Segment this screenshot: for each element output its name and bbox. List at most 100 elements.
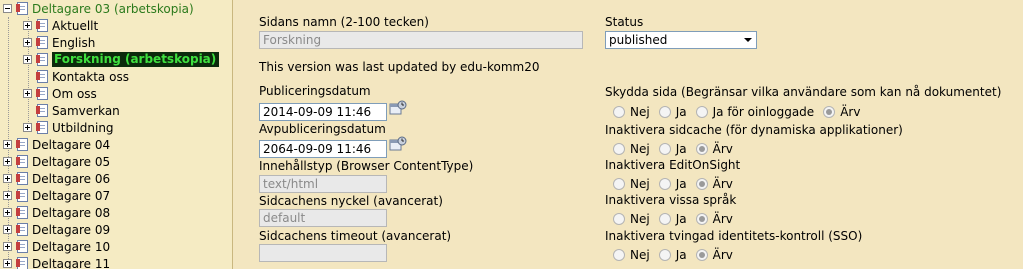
cache-timeout-label: Sidcachens timeout (avancerat) xyxy=(259,229,452,243)
page-icon xyxy=(16,154,29,169)
expand-icon[interactable] xyxy=(23,38,32,47)
expand-icon[interactable] xyxy=(3,191,12,200)
tree-item-deltagare-11[interactable]: Deltagare 11 xyxy=(3,255,110,269)
content-type-field[interactable]: text/html xyxy=(259,175,387,193)
tree-item-deltagare-10[interactable]: Deltagare 10 xyxy=(3,238,110,255)
radio-option-arv[interactable]: Ärv xyxy=(823,105,860,119)
page-name-field[interactable]: Forskning xyxy=(259,31,583,49)
tree-item-forskning[interactable]: Forskning (arbetskopia) xyxy=(23,51,220,68)
status-label: Status xyxy=(605,15,644,29)
expand-icon[interactable] xyxy=(3,174,12,183)
tree-item-aktuellt[interactable]: Aktuellt xyxy=(23,17,98,34)
tree-item-deltagare-09[interactable]: Deltagare 09 xyxy=(3,221,110,238)
radio-button-checked[interactable] xyxy=(695,213,708,225)
radio-option-ja[interactable]: Ja xyxy=(658,142,687,156)
tree-item-deltagare-08[interactable]: Deltagare 08 xyxy=(3,204,110,221)
radio-button-checked[interactable] xyxy=(695,143,708,155)
publish-date-field[interactable]: 2014-09-09 11:46 xyxy=(259,103,387,121)
radio-button[interactable] xyxy=(613,213,625,225)
tree-item-label: Kontakta oss xyxy=(52,69,129,84)
tree-item-label: Deltagare 11 xyxy=(32,256,111,269)
radio-option-ja-oinloggade[interactable]: Ja för oinloggade xyxy=(695,105,814,119)
radio-button[interactable] xyxy=(613,106,625,118)
radio-option-nej[interactable]: Nej xyxy=(613,142,650,156)
radio-button[interactable] xyxy=(613,143,625,155)
tree-item-deltagare-03[interactable]: Deltagare 03 (arbetskopia) xyxy=(3,0,194,17)
disable-sso-radio-group: Nej Ja Ärv xyxy=(613,248,742,262)
radio-option-ja[interactable]: Ja xyxy=(658,212,687,226)
unpublish-date-field[interactable]: 2064-09-09 11:46 xyxy=(259,140,387,158)
expand-icon[interactable] xyxy=(23,89,32,98)
tree-item-deltagare-06[interactable]: Deltagare 06 xyxy=(3,170,110,187)
tree-item-deltagare-07[interactable]: Deltagare 07 xyxy=(3,187,110,204)
tree-item-label-selected: Forskning (arbetskopia) xyxy=(52,52,220,67)
radio-button[interactable] xyxy=(695,106,708,118)
tree-item-label: English xyxy=(52,35,96,50)
radio-button[interactable] xyxy=(658,249,671,261)
tree-item-label: Deltagare 08 xyxy=(32,205,111,220)
radio-button[interactable] xyxy=(658,213,671,225)
calendar-picker-icon[interactable] xyxy=(389,100,407,116)
unpublish-date-label: Avpubliceringsdatum xyxy=(259,122,386,136)
tree-item-label: Deltagare 06 xyxy=(32,171,111,186)
radio-option-nej[interactable]: Nej xyxy=(613,105,650,119)
calendar-picker-icon[interactable] xyxy=(389,136,407,152)
radio-option-arv[interactable]: Ärv xyxy=(695,248,733,262)
page-icon xyxy=(16,188,29,203)
expand-icon[interactable] xyxy=(3,242,12,251)
collapse-icon[interactable] xyxy=(3,4,12,13)
protect-page-radio-group: Nej Ja Ja för oinloggade Ärv xyxy=(613,105,869,119)
tree-item-kontakta-oss[interactable]: Kontakta oss xyxy=(36,68,129,85)
tree-item-label: Deltagare 10 xyxy=(32,239,111,254)
status-select[interactable]: published xyxy=(605,31,757,49)
tree-item-label: Deltagare 09 xyxy=(32,222,111,237)
radio-option-arv[interactable]: Ärv xyxy=(695,177,733,191)
radio-button[interactable] xyxy=(658,178,671,190)
radio-option-nej[interactable]: Nej xyxy=(613,177,650,191)
radio-option-arv[interactable]: Ärv xyxy=(695,212,733,226)
tree-item-label: Deltagare 05 xyxy=(32,154,111,169)
radio-option-nej[interactable]: Nej xyxy=(613,212,650,226)
page-icon xyxy=(16,222,29,237)
page-icon xyxy=(16,239,29,254)
page-icon xyxy=(16,256,29,269)
radio-button[interactable] xyxy=(613,249,625,261)
expand-icon[interactable] xyxy=(23,21,32,30)
expand-icon[interactable] xyxy=(23,123,32,132)
expand-icon[interactable] xyxy=(3,208,12,217)
disable-editonsight-radio-group: Nej Ja Ärv xyxy=(613,177,742,191)
cache-key-field[interactable]: default xyxy=(259,209,387,227)
tree-item-om-oss[interactable]: Om oss xyxy=(23,85,97,102)
tree-item-english[interactable]: English xyxy=(23,34,95,51)
tree-item-label: Deltagare 03 (arbetskopia) xyxy=(32,1,194,16)
tree-item-label: Deltagare 07 xyxy=(32,188,111,203)
chevron-down-icon xyxy=(744,38,752,42)
content-type-label: Innehållstyp (Browser ContentType) xyxy=(259,159,474,173)
page-icon xyxy=(16,137,29,152)
radio-option-ja[interactable]: Ja xyxy=(658,177,687,191)
expand-icon[interactable] xyxy=(3,140,12,149)
expand-icon[interactable] xyxy=(3,225,12,234)
tree-item-deltagare-05[interactable]: Deltagare 05 xyxy=(3,153,110,170)
radio-button-checked[interactable] xyxy=(695,178,708,190)
expand-icon[interactable] xyxy=(3,157,12,166)
radio-option-nej[interactable]: Nej xyxy=(613,248,650,262)
radio-button[interactable] xyxy=(658,143,671,155)
page-icon xyxy=(36,120,49,135)
site-tree: Deltagare 03 (arbetskopia) Aktuellt Engl… xyxy=(0,0,233,269)
radio-button[interactable] xyxy=(658,106,671,118)
radio-button[interactable] xyxy=(613,178,625,190)
cache-key-label: Sidcachens nyckel (avancerat) xyxy=(259,194,443,208)
radio-option-arv[interactable]: Ärv xyxy=(695,142,733,156)
page-icon xyxy=(36,69,49,84)
tree-item-deltagare-04[interactable]: Deltagare 04 xyxy=(3,136,110,153)
cache-timeout-field[interactable] xyxy=(259,244,387,262)
expand-icon[interactable] xyxy=(3,259,12,268)
radio-button-checked[interactable] xyxy=(695,249,708,261)
radio-button-checked[interactable] xyxy=(823,106,836,118)
tree-item-samverkan[interactable]: Samverkan xyxy=(36,102,120,119)
radio-option-ja[interactable]: Ja xyxy=(658,105,687,119)
expand-icon[interactable] xyxy=(23,55,32,64)
tree-item-utbildning[interactable]: Utbildning xyxy=(23,119,114,136)
radio-option-ja[interactable]: Ja xyxy=(658,248,687,262)
